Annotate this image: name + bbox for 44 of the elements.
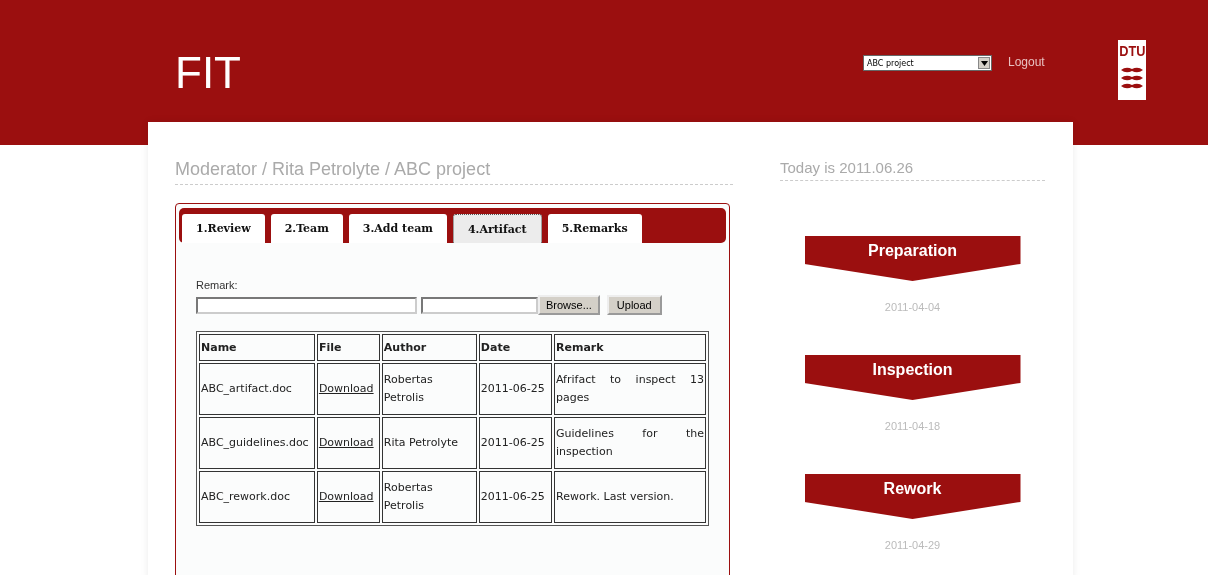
project-select[interactable]: ABC project [863,55,992,71]
table-cell: ABC_guidelines.doc [199,417,315,469]
download-link[interactable]: Download [318,490,374,503]
file-path-input[interactable] [421,296,538,314]
remark-label: Remark: [196,279,239,291]
table-cell: ABC_artifact.doc [199,363,315,415]
logo-text: DTU [1118,42,1146,60]
tab[interactable]: 5.Remarks [547,214,642,243]
table-cell: Guidelines for the inspection [554,417,706,469]
breadcrumb: Moderator / Rita Petrolyte / ABC project [175,159,733,185]
remark-input[interactable] [196,296,417,314]
column-header: Remark [554,334,706,361]
waves-icon [1120,66,1144,90]
tab[interactable]: 1.Review [182,214,265,243]
table-cell: Rita Petrolyte [381,417,477,469]
today-date: Today is 2011.06.26 [780,159,1045,181]
phase-date: 2011-04-29 [884,539,941,551]
table-cell: Robertas Petrolis [381,471,477,523]
column-header: Date [478,334,552,361]
phase-banner: Inspection [804,355,1021,400]
table-cell: Rework. Last version. [554,471,706,523]
download-link[interactable]: Download [318,382,374,395]
tab[interactable]: 4.Artifact [452,214,542,243]
column-header: File [316,334,380,361]
tab[interactable]: 3.Add team [348,214,447,243]
phase-banner: Rework [804,474,1021,519]
table-cell: 2011-06-25 [478,417,552,469]
phase-date: 2011-04-18 [884,420,941,432]
table-cell: 2011-06-25 [478,363,552,415]
phase-date: 2011-04-04 [884,301,941,313]
phase-banner: Preparation [804,236,1021,281]
table-cell: ABC_rework.doc [199,471,315,523]
table-cell: 2011-06-25 [478,471,552,523]
site-title: FIT [175,48,241,98]
browse-button[interactable]: Browse... [538,295,600,315]
logout-link[interactable]: Logout [1008,55,1118,69]
table-cell: Afrifact to inspect 13 pages [554,363,706,415]
tab[interactable]: 2.Team [270,214,343,243]
download-link[interactable]: Download [318,436,374,449]
upload-button[interactable]: Upload [606,295,662,315]
table-cell: Robertas Petrolis [381,363,477,415]
column-header: Name [199,334,315,361]
dropdown-caret-icon [980,60,988,66]
column-header: Author [381,334,477,361]
